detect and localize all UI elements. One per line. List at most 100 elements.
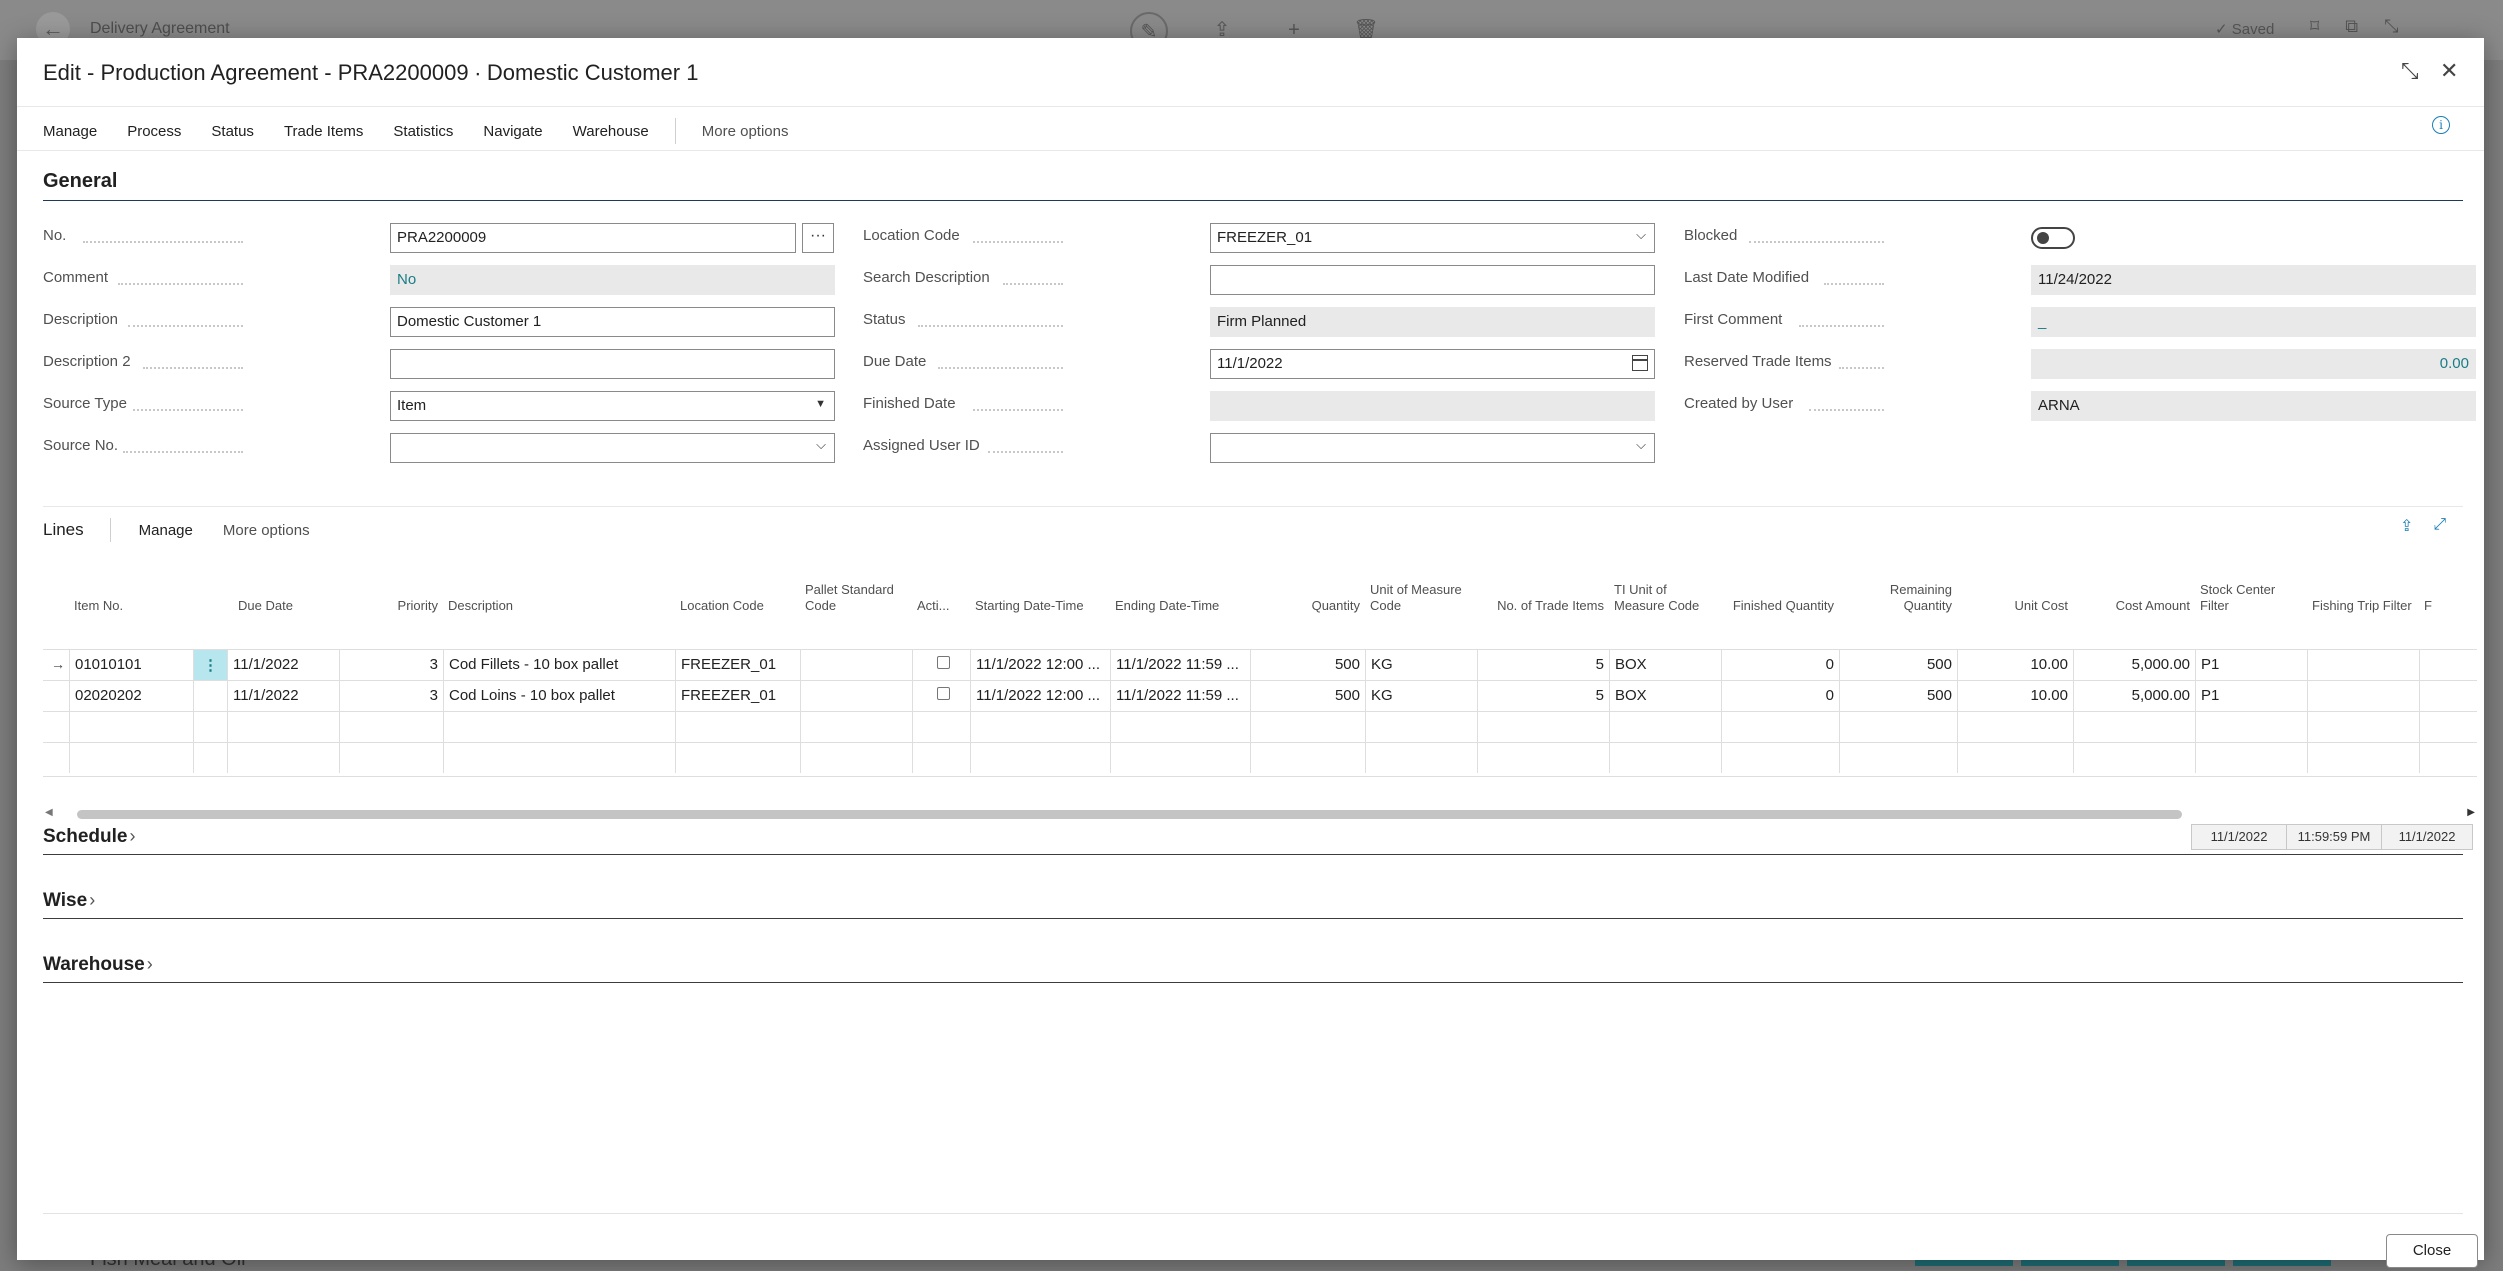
cell-active[interactable]: [912, 650, 970, 680]
cell-remaining-quantity[interactable]: 500: [1839, 650, 1957, 680]
cell-fishing-trip-filter[interactable]: [2307, 650, 2419, 680]
cell-ending-date-time[interactable]: 11/1/2022 11:59 ...: [1110, 650, 1250, 680]
header-ti-unit-of-measure-code[interactable]: TI Unit of Measure Code: [1609, 558, 1721, 618]
search-description-input[interactable]: [1210, 265, 1655, 295]
cell-no-of-trade-items[interactable]: 5: [1477, 650, 1609, 680]
header-finished-quantity[interactable]: Finished Quantity: [1721, 558, 1839, 618]
cell-quantity[interactable]: 500: [1250, 650, 1365, 680]
cell-description[interactable]: Cod Loins - 10 box pallet: [443, 681, 675, 711]
horizontal-scrollbar[interactable]: ◀ ▶: [43, 807, 2477, 821]
cell-ti-uom[interactable]: BOX: [1609, 650, 1721, 680]
row-selector[interactable]: [43, 681, 69, 711]
header-truncated[interactable]: F: [2419, 558, 2477, 618]
cell-pallet-standard-code[interactable]: [800, 650, 912, 680]
header-item-no[interactable]: Item No.: [69, 558, 159, 618]
close-icon[interactable]: ✕: [2440, 58, 2458, 84]
lines-title[interactable]: Lines: [43, 520, 84, 540]
first-comment-value[interactable]: _: [2031, 307, 2476, 337]
blocked-toggle[interactable]: [2031, 227, 2075, 249]
menu-status[interactable]: Status: [211, 123, 254, 140]
cell-priority[interactable]: 3: [339, 650, 443, 680]
cell-uom[interactable]: KG: [1365, 650, 1477, 680]
schedule-section-title[interactable]: Schedule ›: [43, 826, 135, 848]
menu-statistics[interactable]: Statistics: [393, 123, 453, 140]
cell-unit-cost[interactable]: 10.00: [1957, 681, 2073, 711]
cell-no-of-trade-items[interactable]: 5: [1477, 681, 1609, 711]
general-section-title[interactable]: General: [43, 170, 117, 193]
source-type-select[interactable]: Item ▼: [390, 391, 835, 421]
cell-starting-date-time[interactable]: 11/1/2022 12:00 ...: [970, 650, 1110, 680]
empty-row[interactable]: [43, 742, 2477, 773]
cell-active[interactable]: [912, 681, 970, 711]
cell-due-date[interactable]: 11/1/2022: [227, 650, 339, 680]
header-ending-date-time[interactable]: Ending Date-Time: [1110, 558, 1250, 618]
expand-icon[interactable]: ⤢: [2433, 516, 2446, 536]
header-no-of-trade-items[interactable]: No. of Trade Items: [1477, 558, 1609, 618]
wise-section-title[interactable]: Wise ›: [43, 890, 95, 912]
header-remaining-quantity[interactable]: Remaining Quantity: [1839, 558, 1957, 618]
lines-more-options[interactable]: More options: [223, 522, 310, 539]
header-stock-center-filter[interactable]: Stock Center Filter: [2195, 558, 2307, 618]
empty-row[interactable]: [43, 711, 2477, 742]
cell-stock-center-filter[interactable]: P1: [2195, 681, 2307, 711]
source-no-dropdown[interactable]: ⌵: [390, 433, 835, 463]
menu-manage[interactable]: Manage: [43, 123, 97, 140]
scroll-left-arrow-icon[interactable]: ◀: [45, 807, 53, 818]
row-menu-icon[interactable]: ⋮: [193, 650, 227, 680]
cell-fishing-trip-filter[interactable]: [2307, 681, 2419, 711]
cell-unit-cost[interactable]: 10.00: [1957, 650, 2073, 680]
menu-trade-items[interactable]: Trade Items: [284, 123, 363, 140]
share-icon[interactable]: ⇪: [2400, 516, 2413, 536]
header-pallet-standard-code[interactable]: Pallet Standard Code: [800, 558, 912, 618]
cell-description[interactable]: Cod Fillets - 10 box pallet: [443, 650, 675, 680]
collapse-icon[interactable]: ⤡: [2384, 16, 2398, 37]
menu-warehouse[interactable]: Warehouse: [573, 123, 649, 140]
cell-pallet-standard-code[interactable]: [800, 681, 912, 711]
due-date-input[interactable]: 11/1/2022: [1210, 349, 1655, 379]
lines-manage[interactable]: Manage: [139, 522, 193, 539]
header-starting-date-time[interactable]: Starting Date-Time: [970, 558, 1110, 618]
cell-cost-amount[interactable]: 5,000.00: [2073, 650, 2195, 680]
description-input[interactable]: Domestic Customer 1: [390, 307, 835, 337]
active-checkbox[interactable]: [937, 687, 950, 700]
cell-location-code[interactable]: FREEZER_01: [675, 650, 800, 680]
menu-process[interactable]: Process: [127, 123, 181, 140]
cell-ti-uom[interactable]: BOX: [1609, 681, 1721, 711]
no-input[interactable]: PRA2200009: [390, 223, 796, 253]
cell-location-code[interactable]: FREEZER_01: [675, 681, 800, 711]
cell-starting-date-time[interactable]: 11/1/2022 12:00 ...: [970, 681, 1110, 711]
cell-ending-date-time[interactable]: 11/1/2022 11:59 ...: [1110, 681, 1250, 711]
header-quantity[interactable]: Quantity: [1250, 558, 1365, 618]
table-row[interactable]: 02020202 11/1/2022 3 Cod Loins - 10 box …: [43, 680, 2477, 711]
location-code-dropdown[interactable]: FREEZER_01 ⌵: [1210, 223, 1655, 253]
header-location-code[interactable]: Location Code: [675, 558, 800, 618]
warehouse-section-title[interactable]: Warehouse ›: [43, 954, 153, 976]
cell-uom[interactable]: KG: [1365, 681, 1477, 711]
header-unit-of-measure-code[interactable]: Unit of Measure Code: [1365, 558, 1477, 618]
cell-stock-center-filter[interactable]: P1: [2195, 650, 2307, 680]
cell-item-no[interactable]: 02020202: [69, 681, 193, 711]
cell-finished-quantity[interactable]: 0: [1721, 681, 1839, 711]
assigned-user-dropdown[interactable]: ⌵: [1210, 433, 1655, 463]
header-priority[interactable]: Priority: [343, 558, 443, 618]
header-description[interactable]: Description: [443, 558, 673, 618]
header-active[interactable]: Acti...: [912, 558, 970, 618]
comment-value-link[interactable]: No: [390, 265, 835, 295]
cell-item-no[interactable]: 01010101: [69, 650, 193, 680]
cell-quantity[interactable]: 500: [1250, 681, 1365, 711]
close-button[interactable]: Close: [2386, 1234, 2478, 1268]
cell-priority[interactable]: 3: [339, 681, 443, 711]
description-2-input[interactable]: [390, 349, 835, 379]
cell-cost-amount[interactable]: 5,000.00: [2073, 681, 2195, 711]
collapse-icon[interactable]: ⤡: [2401, 58, 2419, 84]
reserved-trade-items-value[interactable]: 0.00: [2031, 349, 2476, 379]
cell-finished-quantity[interactable]: 0: [1721, 650, 1839, 680]
menu-navigate[interactable]: Navigate: [483, 123, 542, 140]
cell-truncated[interactable]: [2419, 650, 2477, 680]
header-unit-cost[interactable]: Unit Cost: [1957, 558, 2073, 618]
calendar-icon[interactable]: [1632, 355, 1648, 371]
open-new-window-icon[interactable]: ⧉: [2345, 16, 2358, 37]
menu-more-options[interactable]: More options: [702, 123, 789, 140]
header-fishing-trip-filter[interactable]: Fishing Trip Filter: [2307, 558, 2419, 618]
bookmark-icon[interactable]: ⌑: [2310, 16, 2319, 37]
